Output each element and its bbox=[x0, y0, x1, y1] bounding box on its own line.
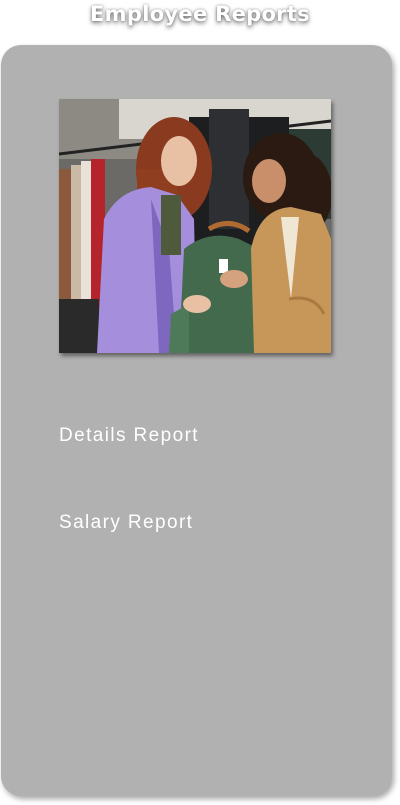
page-title: Employee Reports bbox=[90, 2, 310, 26]
hero-image bbox=[59, 99, 331, 353]
details-report-link[interactable]: Details Report bbox=[59, 425, 199, 447]
salary-report-link[interactable]: Salary Report bbox=[59, 512, 193, 534]
reports-panel: Details Report Salary Report bbox=[1, 45, 392, 796]
page: Employee Reports Details Report Salary R… bbox=[0, 0, 400, 805]
